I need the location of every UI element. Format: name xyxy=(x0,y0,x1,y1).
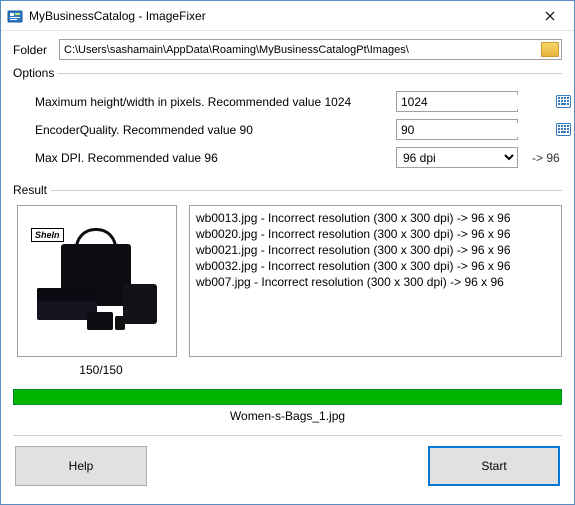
divider xyxy=(13,435,562,436)
bag-art: SheIn xyxy=(27,226,167,336)
current-file-label: Women-s-Bags_1.jpg xyxy=(13,409,562,423)
keypad-icon[interactable] xyxy=(556,123,571,137)
log-box[interactable]: wb0013.jpg - Incorrect resolution (300 x… xyxy=(189,205,562,357)
result-group: Result SheIn xyxy=(13,183,562,423)
dpi-suffix: -> 96 xyxy=(532,151,562,165)
log-line: wb0020.jpg - Incorrect resolution (300 x… xyxy=(196,226,555,242)
options-group: Options Maximum height/width in pixels. … xyxy=(13,66,562,175)
app-icon xyxy=(7,8,23,24)
keypad-icon[interactable] xyxy=(556,95,571,109)
folder-input[interactable] xyxy=(64,44,541,56)
result-legend: Result xyxy=(13,183,51,197)
dpi-select[interactable]: 96 dpi xyxy=(396,147,518,168)
brand-label: SheIn xyxy=(31,228,64,242)
options-legend: Options xyxy=(13,66,58,80)
log-line: wb0021.jpg - Incorrect resolution (300 x… xyxy=(196,242,555,258)
log-line: wb007.jpg - Incorrect resolution (300 x … xyxy=(196,274,555,290)
maxsize-label: Maximum height/width in pixels. Recommen… xyxy=(35,95,388,109)
quality-label: EncoderQuality. Recommended value 90 xyxy=(35,123,388,137)
maxsize-input[interactable] xyxy=(401,95,556,109)
progress-bar xyxy=(13,389,562,405)
close-button[interactable] xyxy=(528,2,572,30)
browse-folder-icon[interactable] xyxy=(541,42,559,57)
dpi-label: Max DPI. Recommended value 96 xyxy=(35,151,388,165)
log-line: wb0013.jpg - Incorrect resolution (300 x… xyxy=(196,210,555,226)
folder-label: Folder xyxy=(13,43,53,57)
preview-image: SheIn xyxy=(17,205,177,357)
titlebar: MyBusinessCatalog - ImageFixer xyxy=(1,1,574,31)
counter-label: 150/150 xyxy=(21,363,181,377)
folder-input-wrap xyxy=(59,39,562,60)
start-button[interactable]: Start xyxy=(428,446,560,486)
log-line: wb0032.jpg - Incorrect resolution (300 x… xyxy=(196,258,555,274)
help-button[interactable]: Help xyxy=(15,446,147,486)
window-title: MyBusinessCatalog - ImageFixer xyxy=(29,9,528,23)
quality-input[interactable] xyxy=(401,123,556,137)
